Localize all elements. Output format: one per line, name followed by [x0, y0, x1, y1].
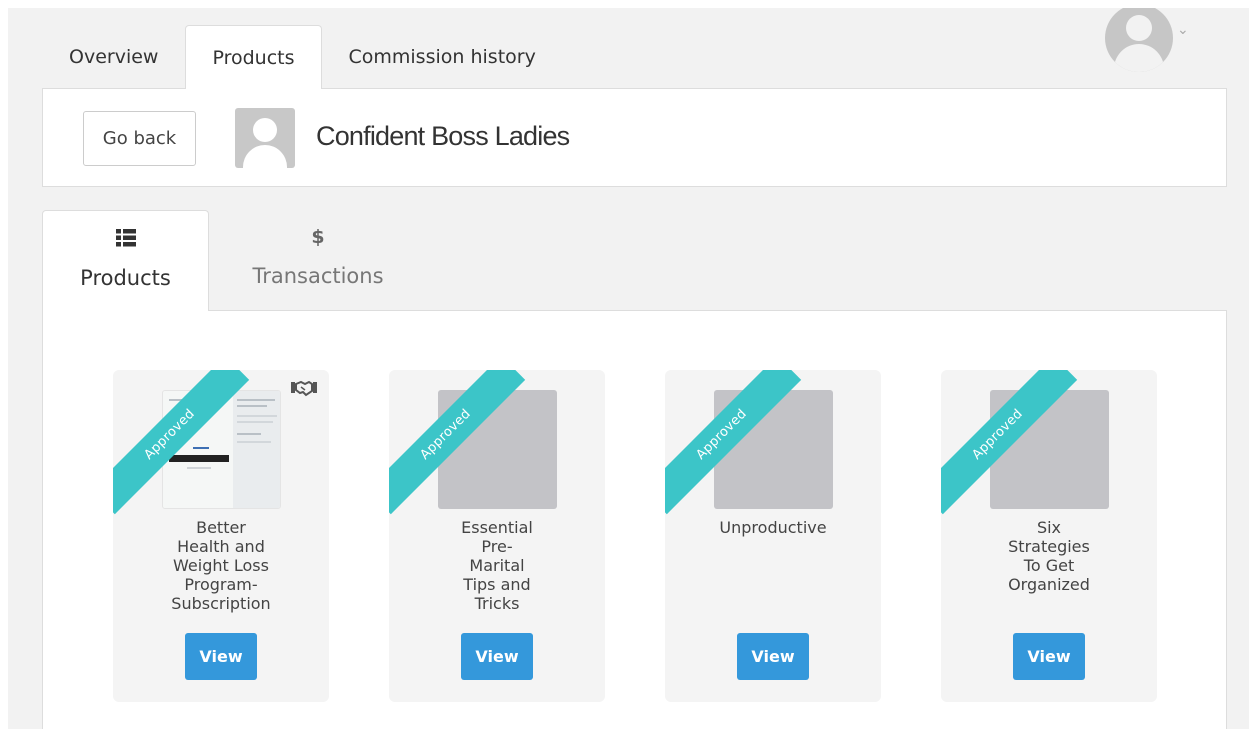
- product-card: Approved Six Strategies To Get Organized…: [941, 370, 1157, 702]
- product-title: Better Health and Weight Loss Program- S…: [123, 518, 319, 613]
- title-line: Marital: [469, 556, 525, 575]
- title-line: Unproductive: [719, 518, 827, 537]
- tab-overview-label: Overview: [69, 46, 159, 68]
- product-card: Approved Unproductive View: [665, 370, 881, 702]
- tab-commission-history[interactable]: Commission history: [322, 25, 563, 88]
- tab-transactions[interactable]: $ Transactions: [218, 210, 418, 310]
- title-line: Program-: [184, 575, 258, 594]
- title-line: Strategies: [1008, 537, 1090, 556]
- dollar-icon: $: [218, 226, 418, 248]
- title-line: Six: [1036, 518, 1062, 537]
- top-tabs: Overview Products Commission history: [42, 25, 563, 89]
- view-button[interactable]: View: [461, 633, 533, 680]
- store-name: Confident Boss Ladies: [316, 121, 570, 151]
- product-title: Unproductive: [675, 518, 871, 537]
- product-card: Approved Better Health and Weight Loss P…: [113, 370, 329, 702]
- title-line: Pre-: [481, 537, 513, 556]
- tab-transactions-label: Transactions: [252, 264, 384, 288]
- title-line: Weight Loss: [173, 556, 269, 575]
- tab-overview[interactable]: Overview: [42, 25, 185, 88]
- view-button[interactable]: View: [1013, 633, 1085, 680]
- product-title: Six Strategies To Get Organized: [951, 518, 1147, 594]
- store-avatar: [235, 108, 295, 168]
- title-line: To Get: [1023, 556, 1075, 575]
- list-icon: [43, 227, 208, 249]
- tab-products-inner[interactable]: Products: [42, 210, 209, 311]
- view-button[interactable]: View: [185, 633, 257, 680]
- dollar-glyph: $: [311, 226, 325, 248]
- product-card: Approved Essential Pre- Marital Tips and…: [389, 370, 605, 702]
- title-line: Essential: [461, 518, 533, 537]
- store-header: Go back Confident Boss Ladies: [42, 88, 1227, 187]
- chevron-down-icon[interactable]: ⌄: [1177, 22, 1189, 38]
- tab-commission-history-label: Commission history: [348, 46, 536, 68]
- title-line: Tricks: [474, 594, 520, 613]
- app-window: Overview Products Commission history ⌄ G…: [8, 8, 1249, 729]
- title-line: Health and: [177, 537, 265, 556]
- view-button[interactable]: View: [737, 633, 809, 680]
- handshake-icon: [291, 378, 317, 398]
- product-title: Essential Pre- Marital Tips and Tricks: [399, 518, 595, 613]
- user-avatar[interactable]: [1105, 8, 1173, 72]
- title-line: Organized: [1008, 575, 1090, 594]
- user-menu[interactable]: ⌄: [1105, 8, 1195, 72]
- title-line: Subscription: [171, 594, 271, 613]
- tab-products[interactable]: Products: [185, 25, 322, 89]
- tab-products-inner-label: Products: [80, 266, 171, 290]
- go-back-button[interactable]: Go back: [83, 111, 196, 166]
- title-line: Better: [196, 518, 246, 537]
- title-line: Tips and: [463, 575, 531, 594]
- tab-products-label: Products: [212, 46, 295, 69]
